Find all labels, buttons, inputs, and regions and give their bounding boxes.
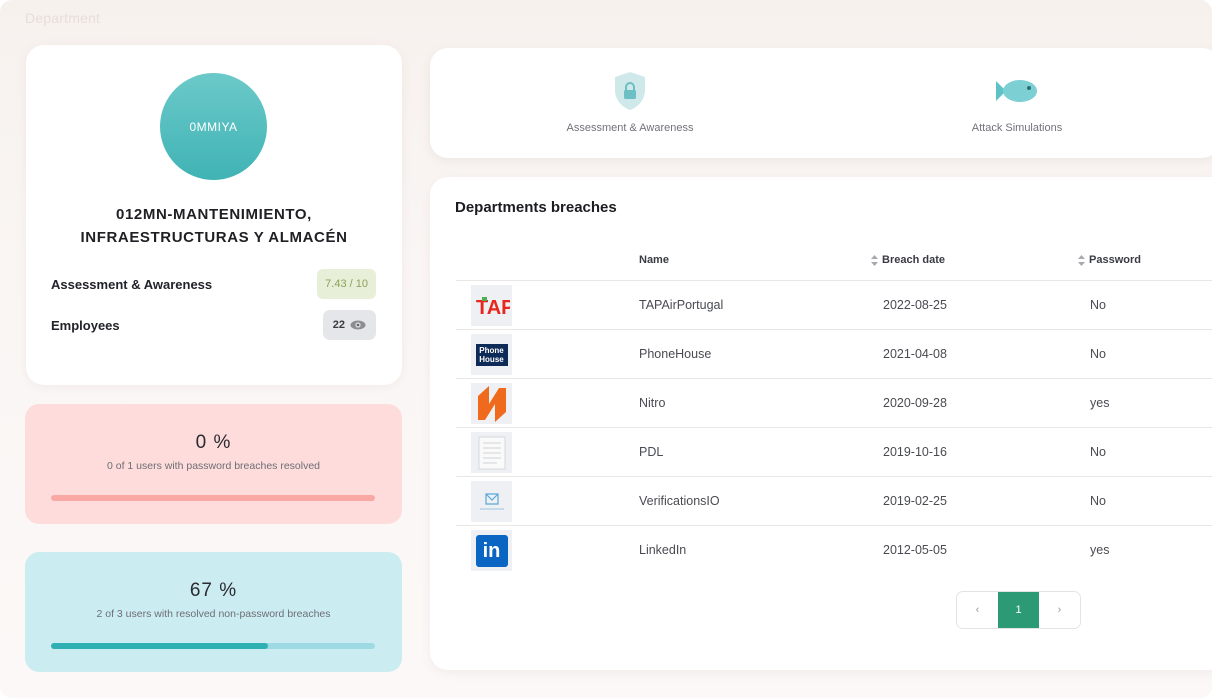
tab-attack-simulations[interactable]: Attack Simulations: [917, 70, 1117, 134]
breach-name: PhoneHouse: [639, 347, 712, 361]
progress-percent: 67 %: [189, 580, 238, 601]
department-name-line1: 012MN-MANTENIMIENTO,: [116, 206, 312, 223]
table-row[interactable]: Nitro 2020-09-28 yes: [456, 379, 1212, 428]
breach-password: No: [1090, 298, 1106, 312]
score-badge: 7.43 / 10: [317, 269, 376, 299]
breach-name: Nitro: [639, 396, 666, 410]
password-breaches-progress-card: 0 % 0 of 1 users with password breaches …: [25, 404, 402, 524]
module-tabs: Assessment & Awareness Attack Simulation…: [430, 48, 1212, 158]
non-password-breaches-progress-card: 67 % 2 of 3 users with resolved non-pass…: [25, 552, 402, 672]
table-header: Name Breach date Password: [456, 244, 1212, 281]
column-label: Name: [639, 254, 669, 266]
column-header-name[interactable]: Name: [639, 254, 669, 266]
breach-date: 2022-08-25: [883, 298, 947, 312]
breach-date: 2021-04-08: [883, 347, 947, 361]
progress-description: 0 of 1 users with password breaches reso…: [106, 460, 321, 472]
breach-name: LinkedIn: [639, 543, 687, 557]
breach-password: No: [1090, 494, 1106, 508]
prev-page-button[interactable]: ‹: [957, 592, 998, 628]
svg-text:TAP: TAP: [476, 297, 510, 318]
breach-date: 2020-09-28: [883, 396, 947, 410]
page-title: Department: [25, 10, 101, 26]
progress-description: 2 of 3 users with resolved non-password …: [96, 608, 331, 620]
nitro-logo: [471, 383, 512, 424]
avatar: 0MMIYA: [160, 73, 267, 180]
column-label: Password: [1089, 254, 1141, 266]
department-name: 012MN-MANTENIMIENTO, INFRAESTRUCTURAS Y …: [46, 203, 382, 249]
breach-password: yes: [1090, 396, 1110, 410]
department-breaches-card: Departments breaches Name Breach date Pa…: [430, 177, 1212, 670]
stat-label: Employees: [51, 317, 120, 333]
verifications-logo: [471, 481, 512, 522]
fish-icon: [996, 80, 1037, 102]
phonehouse-logo: Phone House: [471, 334, 512, 375]
tap-logo: TAP: [471, 285, 512, 326]
department-name-line2: INFRAESTRUCTURAS Y ALMACÉN: [80, 229, 348, 246]
shield-lock-icon: [615, 72, 645, 110]
department-profile-card: 0MMIYA 012MN-MANTENIMIENTO, INFRAESTRUCT…: [26, 45, 402, 385]
breaches-table: Name Breach date Password TAP TAPAirPort…: [456, 244, 1212, 575]
pdl-logo: [471, 432, 512, 473]
column-header-password[interactable]: Password: [1078, 254, 1141, 266]
tab-label: Attack Simulations: [971, 122, 1063, 134]
app-frame: Department 0MMIYA 012MN-MANTENIMIENTO, I…: [0, 0, 1212, 698]
table-row[interactable]: PDL 2019-10-16 No: [456, 428, 1212, 477]
stat-label: Assessment & Awareness: [51, 276, 213, 292]
stat-row-employees: Employees 22: [51, 310, 376, 340]
breach-name: VerificationsIO: [639, 494, 720, 508]
eye-icon: [350, 320, 366, 330]
tab-label: Assessment & Awareness: [566, 122, 694, 134]
sort-icon: [871, 254, 878, 266]
column-label: Breach date: [882, 254, 945, 266]
next-page-button[interactable]: ›: [1039, 592, 1080, 628]
breach-password: yes: [1090, 543, 1110, 557]
column-header-breach-date[interactable]: Breach date: [871, 254, 945, 266]
breach-password: No: [1090, 347, 1106, 361]
employees-count: 22: [332, 319, 345, 331]
page-1-button[interactable]: 1: [998, 592, 1039, 628]
sort-icon: [1078, 254, 1085, 266]
table-row[interactable]: VerificationsIO 2019-02-25 No: [456, 477, 1212, 526]
stat-row-assessment: Assessment & Awareness 7.43 / 10: [51, 269, 376, 299]
breach-password: No: [1090, 445, 1106, 459]
tab-assessment-awareness[interactable]: Assessment & Awareness: [530, 70, 730, 134]
table-row[interactable]: in LinkedIn 2012-05-05 yes: [456, 526, 1212, 575]
breach-date: 2019-02-25: [883, 494, 947, 508]
breach-date: 2019-10-16: [883, 445, 947, 459]
linkedin-logo: in: [471, 530, 512, 571]
breach-name: PDL: [639, 445, 664, 459]
breach-name: TAPAirPortugal: [639, 298, 724, 312]
breach-date: 2012-05-05: [883, 543, 947, 557]
progress-fill: [51, 643, 269, 649]
table-row[interactable]: Phone House PhoneHouse 2021-04-08 No: [456, 330, 1212, 379]
progress-bar: [51, 495, 375, 501]
employees-badge[interactable]: 22: [322, 310, 376, 340]
table-row[interactable]: TAP TAPAirPortugal 2022-08-25 No: [456, 281, 1212, 330]
progress-percent: 0 %: [195, 432, 232, 453]
breaches-title: Departments breaches: [455, 199, 617, 216]
progress-bar: [51, 643, 375, 649]
pagination: ‹ 1 ›: [956, 591, 1081, 629]
